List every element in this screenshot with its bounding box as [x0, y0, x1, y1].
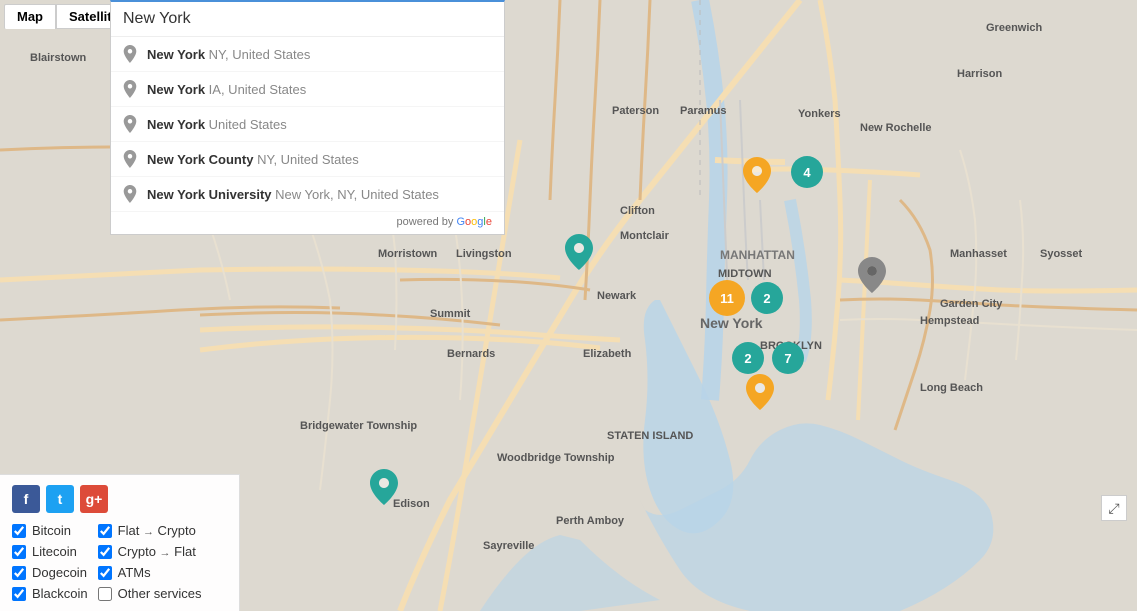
map-pin[interactable]	[370, 469, 398, 510]
legend-item: Dogecoin	[12, 565, 88, 580]
twitter-button[interactable]: t	[46, 485, 74, 513]
legend-label: Litecoin	[32, 544, 77, 559]
legend-item: Bitcoin	[12, 523, 88, 538]
legend-panel: f t g+ Bitcoin Litecoin Dogecoin Blackco…	[0, 474, 240, 611]
legend-item: Litecoin	[12, 544, 88, 559]
map-cluster[interactable]: 2	[751, 282, 783, 314]
legend-checkbox[interactable]	[12, 566, 26, 580]
legend-item: Flat → Crypto	[98, 523, 202, 538]
legend-label: Other services	[118, 586, 202, 601]
map-cluster[interactable]: 4	[791, 156, 823, 188]
autocomplete-item[interactable]: New York NY, United States	[111, 37, 504, 72]
map-container: Map Satellite New York NY, United States…	[0, 0, 1137, 611]
legend-item: Blackcoin	[12, 586, 88, 601]
legend-col-right: Flat → Crypto Crypto → Flat ATMs Other s…	[98, 523, 202, 601]
autocomplete-item[interactable]: New York IA, United States	[111, 72, 504, 107]
legend-checkbox[interactable]	[12, 545, 26, 559]
map-cluster[interactable]: 2	[732, 342, 764, 374]
legend-checkbox[interactable]	[98, 566, 112, 580]
legend-item: Other services	[98, 586, 202, 601]
social-bar: f t g+	[12, 485, 227, 513]
map-cluster[interactable]: 11	[709, 280, 745, 316]
autocomplete-item[interactable]: New York University New York, NY, United…	[111, 177, 504, 212]
legend-item: ATMs	[98, 565, 202, 580]
googleplus-button[interactable]: g+	[80, 485, 108, 513]
search-input[interactable]	[111, 2, 504, 36]
map-pin[interactable]	[746, 374, 774, 415]
legend-label: Flat → Crypto	[118, 523, 196, 538]
map-cluster[interactable]: 7	[772, 342, 804, 374]
tab-map[interactable]: Map	[4, 4, 56, 29]
legend-checkbox[interactable]	[98, 524, 112, 538]
legend-item: Crypto → Flat	[98, 544, 202, 559]
legend-label: Crypto → Flat	[118, 544, 196, 559]
legend-columns: Bitcoin Litecoin Dogecoin Blackcoin Flat…	[12, 523, 227, 601]
legend-col-left: Bitcoin Litecoin Dogecoin Blackcoin	[12, 523, 88, 601]
map-pin[interactable]	[743, 157, 771, 198]
facebook-button[interactable]: f	[12, 485, 40, 513]
legend-checkbox[interactable]	[12, 587, 26, 601]
search-container: New York NY, United States New York IA, …	[110, 0, 505, 235]
autocomplete-item[interactable]: New York United States	[111, 107, 504, 142]
legend-checkbox[interactable]	[98, 545, 112, 559]
legend-checkbox[interactable]	[12, 524, 26, 538]
autocomplete-item[interactable]: New York County NY, United States	[111, 142, 504, 177]
powered-by: powered by Google	[111, 212, 504, 234]
legend-checkbox[interactable]	[98, 587, 112, 601]
expand-button[interactable]: ⤢	[1101, 495, 1127, 521]
map-pin[interactable]	[565, 234, 593, 275]
legend-label: Blackcoin	[32, 586, 88, 601]
legend-label: Bitcoin	[32, 523, 71, 538]
legend-label: Dogecoin	[32, 565, 87, 580]
legend-label: ATMs	[118, 565, 151, 580]
map-pin[interactable]	[858, 257, 886, 298]
autocomplete-dropdown: New York NY, United States New York IA, …	[111, 36, 504, 212]
